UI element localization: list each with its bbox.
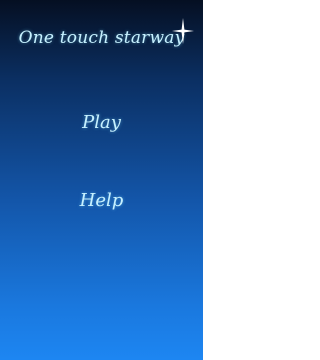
- sparkle-star-icon: [172, 18, 194, 44]
- game-start-screen: One touch starway Play Help: [0, 0, 203, 360]
- play-button[interactable]: Play: [0, 114, 203, 132]
- help-button[interactable]: Help: [0, 192, 203, 210]
